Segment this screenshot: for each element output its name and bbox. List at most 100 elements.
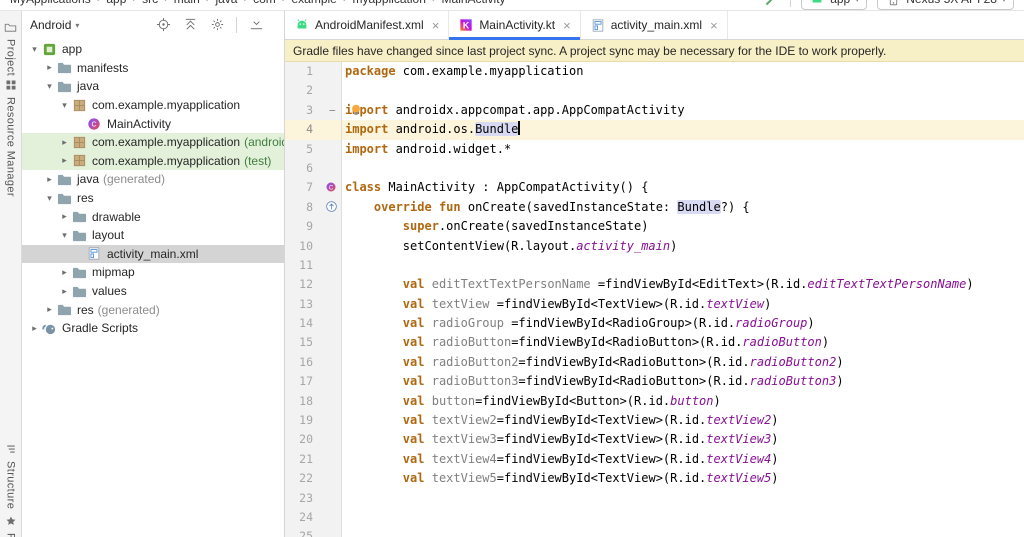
breadcrumb-item-myapplication[interactable]: myapplication: [353, 0, 426, 6]
intention-bulb-icon[interactable]: [349, 103, 364, 118]
close-icon[interactable]: ×: [432, 19, 440, 32]
gutter[interactable]: 24: [285, 508, 341, 527]
tab-activity-main-xml[interactable]: activity_main.xml ×: [581, 11, 728, 39]
gear-icon[interactable]: [209, 17, 225, 33]
gutter[interactable]: 19: [285, 411, 341, 430]
code-line-8[interactable]: 8 override fun onCreate(savedInstanceSta…: [285, 198, 1024, 217]
close-icon[interactable]: ×: [563, 19, 571, 32]
breadcrumb-item-main[interactable]: main: [174, 0, 200, 6]
tree-item-java-generated[interactable]: ▸ java (generated): [22, 170, 284, 189]
tree-item-res-generated[interactable]: ▸ res (generated): [22, 300, 284, 319]
gutter[interactable]: 25: [285, 527, 341, 537]
chevron-right-icon[interactable]: ▸: [58, 267, 71, 278]
code-line-20[interactable]: 20 val textView3=findViewById<TextView>(…: [285, 430, 1024, 449]
gutter[interactable]: 23: [285, 489, 341, 508]
chevron-right-icon[interactable]: ▸: [58, 286, 71, 297]
code-line-2[interactable]: 2: [285, 81, 1024, 100]
stripe-tab-project[interactable]: Project: [0, 19, 21, 76]
chevron-right-icon[interactable]: ▸: [43, 62, 56, 73]
breadcrumb-item-mainactivity[interactable]: MainActivity: [442, 0, 506, 6]
gutter[interactable]: 2: [285, 81, 341, 100]
run-config-selector[interactable]: app ▾: [801, 0, 868, 10]
code-line-9[interactable]: 9 super.onCreate(savedInstanceState): [285, 217, 1024, 236]
chevron-down-icon[interactable]: ▾: [43, 193, 56, 204]
gutter[interactable]: 20: [285, 430, 341, 449]
code-line-5[interactable]: 5 import android.widget.*: [285, 140, 1024, 159]
fold-minus-icon[interactable]: −: [329, 101, 336, 120]
tree-item-manifests[interactable]: ▸ manifests: [22, 59, 284, 78]
stripe-tab-favorites[interactable]: Favorites: [0, 513, 21, 537]
code-line-21[interactable]: 21 val textView4=findViewById<TextView>(…: [285, 450, 1024, 469]
breadcrumb-item-src[interactable]: src: [142, 0, 158, 6]
code-line-19[interactable]: 19 val textView2=findViewById<TextView>(…: [285, 411, 1024, 430]
breadcrumb-item-java[interactable]: java: [215, 0, 237, 6]
breadcrumb-item-example[interactable]: example: [291, 0, 336, 6]
tree-item-mainactivity[interactable]: C MainActivity: [22, 114, 284, 133]
tree-item-values[interactable]: ▸ values: [22, 282, 284, 301]
gutter[interactable]: 5: [285, 140, 341, 159]
gutter[interactable]: 11: [285, 256, 341, 275]
code-line-6[interactable]: 6: [285, 159, 1024, 178]
tree-item-java[interactable]: ▾ java: [22, 77, 284, 96]
tree-item-drawable[interactable]: ▸ drawable: [22, 207, 284, 226]
chevron-down-icon[interactable]: ▾: [28, 44, 41, 55]
gutter[interactable]: 16: [285, 353, 341, 372]
code-line-15[interactable]: 15 val radioButton=findViewById<RadioBut…: [285, 333, 1024, 352]
code-line-22[interactable]: 22 val textView5=findViewById<TextView>(…: [285, 469, 1024, 488]
gutter[interactable]: 7C: [285, 178, 341, 197]
chevron-right-icon[interactable]: ▸: [28, 323, 41, 334]
chevron-right-icon[interactable]: ▸: [43, 174, 56, 185]
code-editor[interactable]: 1 package com.example.myapplication 2 3− imp…: [285, 62, 1024, 537]
tree-item-app[interactable]: ▾ app: [22, 40, 284, 59]
tree-item-gradle-scripts[interactable]: ▸ Gradle Scripts: [22, 319, 284, 338]
hide-panel-icon[interactable]: [248, 17, 264, 33]
gutter[interactable]: 6: [285, 159, 341, 178]
gutter[interactable]: 9: [285, 217, 341, 236]
chevron-down-icon[interactable]: ▾: [43, 81, 56, 92]
tree-item-com-example-myapplication-androidtest[interactable]: ▸ com.example.myapplication (androidTest): [22, 132, 284, 152]
project-view-selector[interactable]: Android: [30, 18, 71, 32]
tab-androidmanifest-xml[interactable]: AndroidManifest.xml ×: [285, 11, 450, 39]
tree-item-com-example-myapplication[interactable]: ▾ com.example.myapplication: [22, 96, 284, 115]
code-line-18[interactable]: 18 val button=findViewById<Button>(R.id.…: [285, 392, 1024, 411]
gutter[interactable]: 21: [285, 450, 341, 469]
gutter[interactable]: 14: [285, 314, 341, 333]
code-line-12[interactable]: 12 val editTextTextPersonName =findViewB…: [285, 275, 1024, 294]
locate-file-icon[interactable]: [155, 17, 171, 33]
gutter[interactable]: 13: [285, 295, 341, 314]
code-line-16[interactable]: 16 val radioButton2=findViewById<RadioBu…: [285, 353, 1024, 372]
tab-mainactivity-kt[interactable]: K MainActivity.kt ×: [449, 11, 581, 40]
breadcrumb-item-app[interactable]: app: [106, 0, 126, 6]
code-line-7[interactable]: 7 Cclass MainActivity : AppCompatActivity…: [285, 178, 1024, 197]
gutter[interactable]: 18: [285, 392, 341, 411]
override-marker-icon[interactable]: [325, 200, 340, 215]
tree-item-res[interactable]: ▾ res: [22, 189, 284, 208]
gutter[interactable]: 15: [285, 333, 341, 352]
code-line-17[interactable]: 17 val radioButton3=findViewById<RadioBu…: [285, 372, 1024, 391]
code-line-4[interactable]: 4 import android.os.Bundle: [285, 120, 1024, 140]
chevron-down-icon[interactable]: ▾: [58, 100, 71, 111]
gutter[interactable]: 3−: [285, 101, 341, 120]
gutter[interactable]: 10: [285, 237, 341, 256]
code-line-1[interactable]: 1 package com.example.myapplication: [285, 62, 1024, 81]
class-marker-icon[interactable]: C: [325, 180, 340, 195]
gutter[interactable]: 17: [285, 372, 341, 391]
chevron-right-icon[interactable]: ▸: [43, 304, 56, 315]
gutter[interactable]: 4: [285, 120, 341, 139]
gutter[interactable]: 8: [285, 198, 341, 217]
code-line-25[interactable]: 25: [285, 527, 1024, 537]
build-hammer-icon[interactable]: [764, 0, 780, 7]
stripe-tab-structure[interactable]: Structure: [0, 441, 21, 509]
tree-item-mipmap[interactable]: ▸ mipmap: [22, 263, 284, 282]
chevron-right-icon[interactable]: ▸: [58, 155, 71, 166]
code-line-3[interactable]: 3− import androidx.appcompat.app.AppCompa…: [285, 101, 1024, 120]
code-line-14[interactable]: 14 val radioGroup =findViewById<RadioGro…: [285, 314, 1024, 333]
gutter[interactable]: 1: [285, 62, 341, 81]
gutter[interactable]: 12: [285, 275, 341, 294]
code-line-23[interactable]: 23: [285, 489, 1024, 508]
gutter[interactable]: 22: [285, 469, 341, 488]
stripe-tab-resource-manager[interactable]: Resource Manager: [0, 77, 21, 197]
code-line-10[interactable]: 10 setContentView(R.layout.activity_main…: [285, 237, 1024, 256]
close-icon[interactable]: ×: [710, 19, 718, 32]
breadcrumb-item-myapplications[interactable]: MyApplications: [10, 0, 91, 6]
